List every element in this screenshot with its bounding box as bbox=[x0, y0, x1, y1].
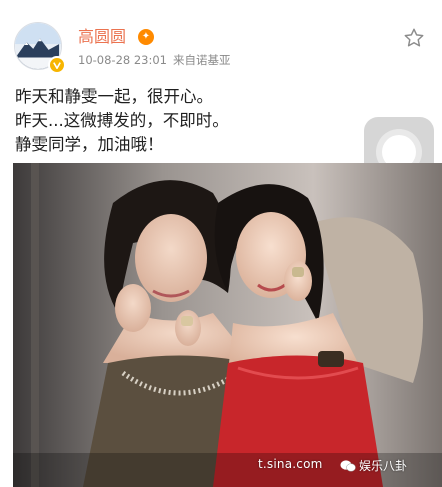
photo-watermark-brand: 娱乐八卦 bbox=[340, 457, 407, 474]
post-text: 昨天和静雯一起，很开心。 昨天...这微搏发的，不即时。 静雯同学，加油哦！ bbox=[15, 85, 360, 157]
photo-watermark-brand-text: 娱乐八卦 bbox=[359, 459, 408, 473]
wechat-icon bbox=[340, 459, 356, 472]
weibo-post-card: 高圆圆 ✦ 10-08-28 23:01 来自诺基亚 昨天和静雯一起，很开心。 昨… bbox=[0, 0, 442, 487]
photo-watermark-url: t.sina.com bbox=[258, 457, 323, 471]
vip-member-icon: ✦ bbox=[138, 29, 154, 45]
star-outline-icon[interactable] bbox=[403, 27, 425, 49]
post-meta: 10-08-28 23:01 来自诺基亚 bbox=[78, 53, 231, 67]
post-photo[interactable] bbox=[13, 163, 442, 487]
post-text-line: 静雯同学，加油哦！ bbox=[15, 135, 164, 154]
post-source: 来自诺基亚 bbox=[173, 53, 231, 67]
post-text-line: 昨天和静雯一起，很开心。 bbox=[15, 87, 213, 106]
post-text-line: 昨天...这微搏发的，不即时。 bbox=[15, 111, 229, 130]
post-timestamp: 10-08-28 23:01 bbox=[78, 53, 167, 67]
photo-illustration bbox=[13, 163, 442, 487]
author-name[interactable]: 高圆圆 bbox=[78, 27, 126, 47]
verified-v-icon bbox=[48, 56, 66, 74]
